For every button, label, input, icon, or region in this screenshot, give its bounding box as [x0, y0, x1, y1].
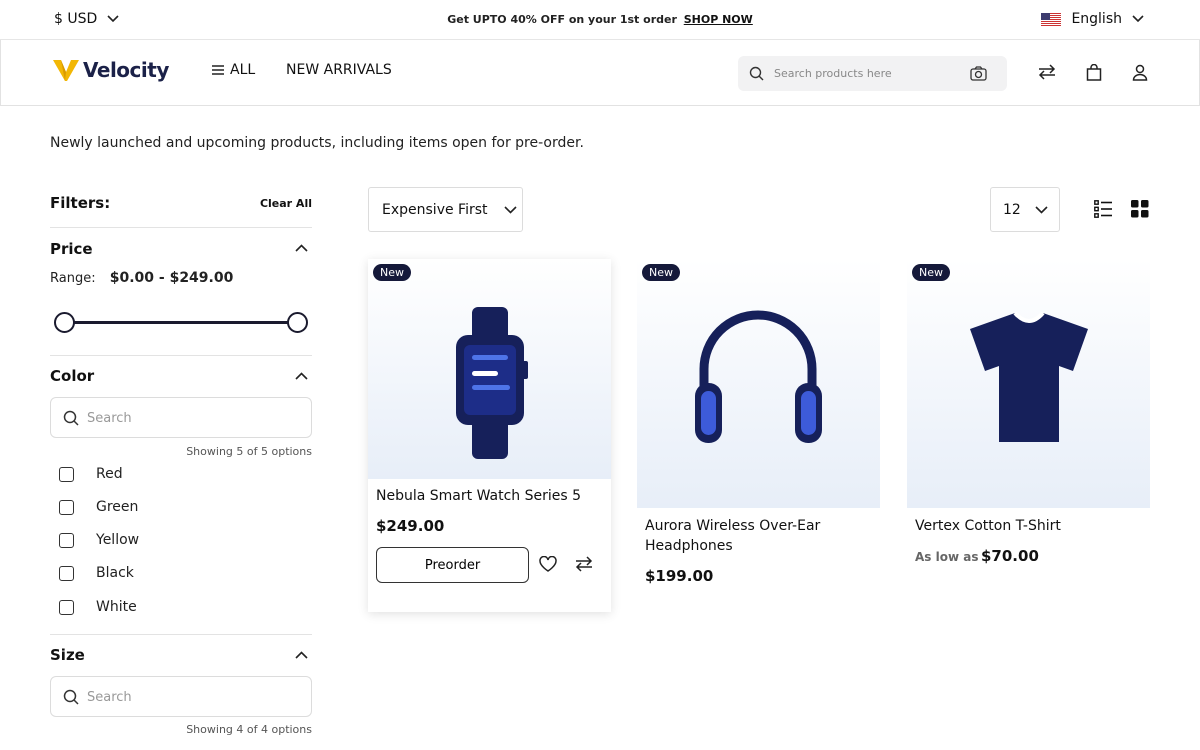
language-selector[interactable]: English: [1041, 11, 1144, 27]
product-price: $70.00: [981, 547, 1039, 565]
color-option-red[interactable]: Red: [59, 466, 123, 482]
price-filter-title: Price: [50, 240, 93, 258]
us-flag-icon: [1041, 12, 1062, 26]
product-price: $199.00: [645, 567, 714, 585]
chevron-up-icon[interactable]: [295, 651, 308, 659]
color-option-green[interactable]: Green: [59, 499, 138, 515]
nav-all-menu[interactable]: ALL: [212, 62, 255, 78]
product-image[interactable]: [907, 259, 1150, 508]
price-prefix: As low as: [915, 550, 979, 564]
size-filter: Size Showing 4 of 4 options: [50, 635, 312, 750]
smartwatch-image: [456, 307, 528, 459]
size-search: [50, 676, 312, 717]
nav-all-label: ALL: [230, 62, 256, 78]
headphones-image: [695, 310, 822, 443]
price-slider-min-handle[interactable]: [54, 312, 75, 333]
color-option-label: Red: [96, 466, 123, 482]
product-card[interactable]: New Nebula Smart Watch Series 5 $249.00 …: [368, 259, 611, 612]
price-range-value: $0.00 - $249.00: [109, 270, 234, 286]
sort-select[interactable]: Expensive First: [368, 187, 523, 232]
sort-value: Expensive First: [382, 201, 488, 218]
price-slider-track: [64, 321, 298, 324]
product-name[interactable]: Vertex Cotton T-Shirt: [915, 516, 1061, 536]
language-label: English: [1071, 11, 1122, 27]
compare-icon[interactable]: [575, 556, 593, 572]
price-filter: Price Range: $0.00 - $249.00: [50, 228, 312, 356]
chevron-down-icon: [1035, 205, 1048, 214]
per-page-select[interactable]: 12: [990, 187, 1060, 232]
per-page-value: 12: [1003, 201, 1021, 218]
color-search-input[interactable]: [87, 408, 287, 428]
checkbox[interactable]: [59, 499, 74, 515]
chevron-down-icon: [1132, 15, 1144, 23]
clear-all-button[interactable]: Clear All: [260, 197, 312, 210]
checkbox[interactable]: [59, 532, 74, 548]
product-search: [738, 56, 1007, 91]
color-option-label: White: [96, 599, 137, 615]
color-search: [50, 397, 312, 438]
product-image[interactable]: [368, 259, 611, 479]
price-range-label: Range:: [50, 271, 96, 286]
promo-text: Get UPTO 40% OFF on your 1st order: [447, 13, 677, 26]
new-badge: New: [642, 264, 680, 281]
preorder-button[interactable]: Preorder: [376, 547, 529, 583]
color-options-count: Showing 5 of 5 options: [186, 445, 312, 458]
chevron-up-icon[interactable]: [295, 244, 308, 252]
price-range: Range: $0.00 - $249.00: [50, 270, 233, 286]
list-view-icon[interactable]: [1094, 200, 1112, 218]
search-input[interactable]: [774, 63, 964, 84]
velocity-logo-icon: [53, 60, 79, 81]
new-badge: New: [912, 264, 950, 281]
compare-icon[interactable]: [1038, 64, 1056, 80]
color-option-black[interactable]: Black: [59, 565, 134, 581]
nav-new-arrivals[interactable]: NEW ARRIVALS: [286, 62, 392, 78]
user-account-icon[interactable]: [1132, 64, 1148, 81]
search-icon: [749, 66, 764, 81]
price-slider: [54, 312, 308, 334]
logo[interactable]: Velocity: [53, 58, 169, 82]
filters-header: Filters: Clear All: [50, 188, 312, 228]
checkbox[interactable]: [59, 565, 74, 581]
price-slider-max-handle[interactable]: [287, 312, 308, 333]
new-badge: New: [373, 264, 411, 281]
logo-text: Velocity: [83, 58, 169, 82]
color-option-label: Green: [96, 499, 139, 515]
color-option-label: Yellow: [96, 532, 140, 548]
product-name[interactable]: Aurora Wireless Over-Ear Headphones: [645, 516, 845, 556]
camera-icon[interactable]: [970, 66, 987, 81]
color-option-yellow[interactable]: Yellow: [59, 532, 139, 548]
checkbox[interactable]: [59, 466, 74, 482]
wishlist-heart-icon[interactable]: [539, 556, 557, 572]
search-icon: [63, 689, 79, 705]
chevron-up-icon[interactable]: [295, 372, 308, 380]
filters-sidebar: Filters: Clear All Price Range: $0.00 - …: [50, 188, 312, 750]
site-header: Velocity ALL NEW ARRIVALS: [0, 40, 1200, 106]
size-search-input[interactable]: [87, 687, 287, 707]
promo-message: Get UPTO 40% OFF on your 1st order SHOP …: [0, 13, 1200, 26]
shopping-bag-icon[interactable]: [1086, 64, 1102, 81]
t-shirt-image: [970, 311, 1088, 442]
grid-view-icon[interactable]: [1131, 200, 1149, 218]
color-filter: Color Showing 5 of 5 options Red Green Y…: [50, 356, 312, 635]
filters-title: Filters:: [50, 194, 111, 212]
size-options-count: Showing 4 of 4 options: [186, 723, 312, 736]
search-icon: [63, 410, 79, 426]
product-image[interactable]: [637, 259, 880, 508]
product-name[interactable]: Nebula Smart Watch Series 5: [376, 486, 581, 506]
checkbox[interactable]: [59, 599, 74, 615]
color-filter-title: Color: [50, 367, 95, 385]
color-option-white[interactable]: White: [59, 599, 137, 615]
menu-icon: [212, 65, 224, 75]
size-filter-title: Size: [50, 646, 85, 664]
shop-now-link[interactable]: SHOP NOW: [684, 13, 753, 26]
color-option-label: Black: [96, 565, 134, 581]
chevron-down-icon: [503, 205, 517, 214]
product-price: $249.00: [376, 517, 445, 535]
promo-bar: $ USD Get UPTO 40% OFF on your 1st order…: [0, 0, 1200, 40]
page-description: Newly launched and upcoming products, in…: [50, 135, 584, 151]
